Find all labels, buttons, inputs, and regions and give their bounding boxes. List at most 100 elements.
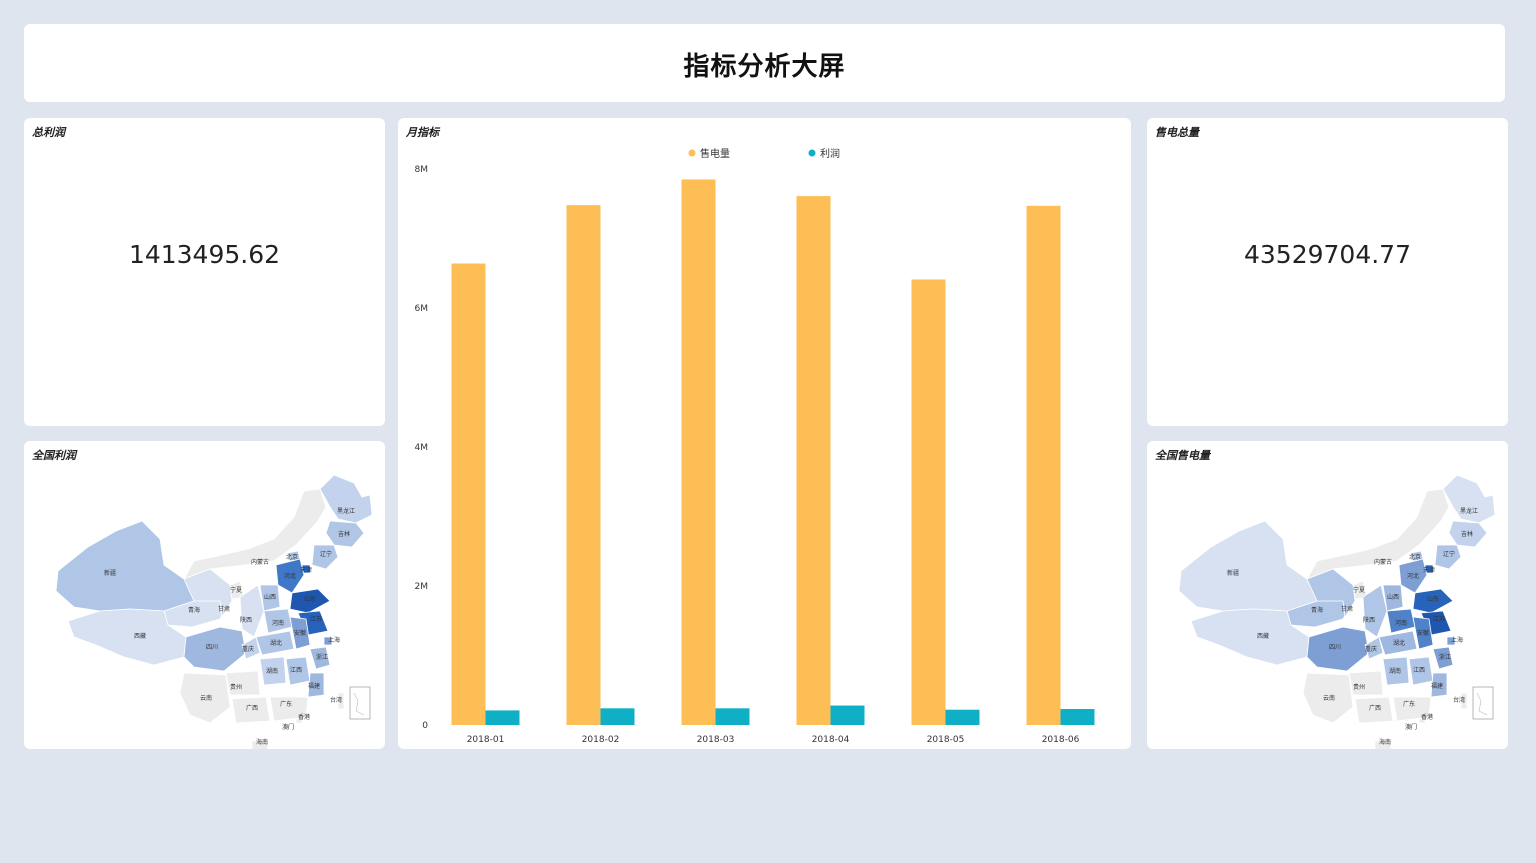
map-region-label: 陕西 bbox=[240, 616, 252, 624]
map-region-label: 广西 bbox=[246, 704, 258, 712]
map-region-label: 贵州 bbox=[1353, 683, 1365, 691]
map-region-shaanxi[interactable] bbox=[239, 584, 265, 638]
profit-map-title: 全国利润 bbox=[32, 449, 76, 462]
map-region-label: 安徽 bbox=[294, 629, 306, 637]
bar-sales[interactable] bbox=[911, 279, 946, 725]
map-region-label: 甘肃 bbox=[1341, 605, 1353, 613]
map-region-label: 浙江 bbox=[316, 653, 328, 661]
south-china-sea-inset bbox=[1472, 686, 1494, 720]
map-region-label: 黑龙江 bbox=[337, 507, 355, 515]
legend-label[interactable]: 售电量 bbox=[700, 147, 730, 160]
bar-sales[interactable] bbox=[566, 205, 601, 725]
map-region-label: 香港 bbox=[1421, 713, 1433, 721]
y-tick-label: 4M bbox=[415, 443, 429, 453]
total-profit-card: 总利润 1413495.62 bbox=[24, 118, 385, 426]
south-china-sea-inset bbox=[349, 686, 371, 720]
map-region-label: 内蒙古 bbox=[251, 558, 269, 566]
map-region-label: 吉林 bbox=[1461, 530, 1473, 538]
total-profit-value: 1413495.62 bbox=[128, 240, 281, 269]
map-region-label: 山东 bbox=[304, 595, 316, 603]
map-region-label: 辽宁 bbox=[1443, 550, 1455, 558]
map-region-heilongjiang[interactable] bbox=[319, 474, 373, 524]
x-tick-label: 2018-04 bbox=[812, 735, 850, 745]
map-region-label: 湖北 bbox=[1393, 639, 1405, 647]
map-region-label: 北京 bbox=[1409, 553, 1421, 561]
map-region-label: 辽宁 bbox=[320, 550, 332, 558]
bar-sales[interactable] bbox=[451, 263, 486, 725]
legend-marker[interactable] bbox=[808, 149, 816, 157]
map-region-xinjiang[interactable] bbox=[1178, 520, 1318, 612]
legend-marker[interactable] bbox=[688, 149, 696, 157]
south-china-sea-islands bbox=[353, 692, 365, 716]
y-tick-label: 6M bbox=[415, 304, 429, 314]
map-region-label: 内蒙古 bbox=[1374, 558, 1392, 566]
map-region-label: 吉林 bbox=[338, 530, 350, 538]
map-region-label: 江西 bbox=[1413, 667, 1425, 674]
map-region-label: 江苏 bbox=[310, 615, 322, 623]
map-region-label: 山东 bbox=[1427, 595, 1439, 603]
map-region-label: 台湾 bbox=[1453, 696, 1465, 704]
total-sales-title: 售电总量 bbox=[1155, 126, 1199, 139]
map-region-label: 浙江 bbox=[1439, 653, 1451, 661]
map-region-label: 河北 bbox=[1407, 572, 1419, 580]
map-region-heilongjiang[interactable] bbox=[1442, 474, 1496, 524]
map-region-label: 香港 bbox=[298, 713, 310, 721]
x-tick-label: 2018-01 bbox=[467, 735, 505, 745]
bar-sales[interactable] bbox=[796, 196, 831, 726]
monthly-bar-chart: 0 2M 4M 6M 8M 售电量 利润 2018-01 2018-02 2018-03 2018-… bbox=[415, 147, 1095, 745]
map-region-label: 重庆 bbox=[1365, 645, 1377, 653]
bar-profit[interactable] bbox=[485, 710, 520, 725]
page-title: 指标分析大屏 bbox=[683, 52, 846, 82]
x-tick-label: 2018-02 bbox=[582, 735, 620, 745]
map-region-label: 安徽 bbox=[1417, 629, 1429, 637]
bar-profit[interactable] bbox=[1060, 709, 1095, 725]
bar-profit[interactable] bbox=[945, 709, 980, 725]
map-region-label: 宁夏 bbox=[1353, 586, 1365, 594]
map-region-xinjiang[interactable] bbox=[55, 520, 195, 612]
map-region-label: 北京 bbox=[286, 553, 298, 561]
total-profit-title: 总利润 bbox=[32, 126, 65, 139]
map-region-label: 海南 bbox=[1379, 738, 1391, 746]
map-region-label: 广东 bbox=[1403, 700, 1415, 708]
map-region-guizhou[interactable] bbox=[1348, 670, 1384, 696]
bar-profit[interactable] bbox=[600, 708, 635, 725]
map-region-label: 福建 bbox=[308, 682, 320, 690]
map-region-label: 新疆 bbox=[1227, 569, 1239, 577]
bar-profit[interactable] bbox=[830, 705, 865, 725]
bar-sales[interactable] bbox=[1026, 205, 1061, 726]
map-region-label: 陕西 bbox=[1363, 616, 1375, 624]
map-region-label: 西藏 bbox=[134, 632, 146, 640]
legend-label[interactable]: 利润 bbox=[820, 147, 840, 160]
profit-map-card: 全国利润 黑龙江 吉林 辽宁 内蒙古 北京 天津 河北 新疆 宁夏 山西 青海 甘肃 陕西 河南 山东 江苏西… bbox=[24, 441, 385, 749]
map-region-label: 四川 bbox=[1329, 644, 1341, 651]
map-region-label: 河北 bbox=[284, 572, 296, 580]
x-tick-label: 2018-06 bbox=[1042, 735, 1080, 745]
map-region-label: 四川 bbox=[206, 644, 218, 651]
china-sales-map: 黑龙江吉林辽宁内蒙古 北京天津河北 新疆宁夏山西青海 甘肃陕西 河南 山东江苏西藏四川 重庆… bbox=[1178, 474, 1496, 749]
map-region-label: 上海 bbox=[1451, 636, 1463, 644]
map-region-label: 河南 bbox=[1395, 619, 1407, 627]
map-region-label: 云南 bbox=[1323, 694, 1335, 702]
map-region-label: 江苏 bbox=[1433, 615, 1445, 623]
map-region-label: 山西 bbox=[1387, 593, 1399, 601]
x-tick-label: 2018-05 bbox=[927, 735, 965, 745]
bar-profit[interactable] bbox=[715, 708, 750, 725]
total-sales-card: 售电总量 43529704.77 bbox=[1147, 118, 1508, 426]
map-region-shaanxi[interactable] bbox=[1362, 584, 1388, 638]
map-region-label: 江西 bbox=[290, 667, 302, 674]
map-region-label: 新疆 bbox=[104, 569, 116, 577]
map-region-label: 黑龙江 bbox=[1460, 507, 1478, 515]
y-tick-label: 2M bbox=[415, 582, 429, 592]
map-region-label: 澳门 bbox=[282, 723, 294, 731]
map-region-label: 西藏 bbox=[1257, 632, 1269, 640]
y-tick-label: 0 bbox=[422, 721, 428, 731]
map-region-label: 广东 bbox=[280, 700, 292, 708]
map-region-label: 天津 bbox=[300, 567, 312, 574]
map-region-label: 上海 bbox=[328, 636, 340, 644]
map-region-label: 海南 bbox=[256, 738, 268, 746]
map-region-label: 福建 bbox=[1431, 682, 1443, 690]
bar-sales[interactable] bbox=[681, 179, 716, 726]
map-region-label: 山西 bbox=[264, 593, 276, 601]
map-region-guizhou[interactable] bbox=[225, 670, 261, 696]
map-region-label: 云南 bbox=[200, 694, 212, 702]
